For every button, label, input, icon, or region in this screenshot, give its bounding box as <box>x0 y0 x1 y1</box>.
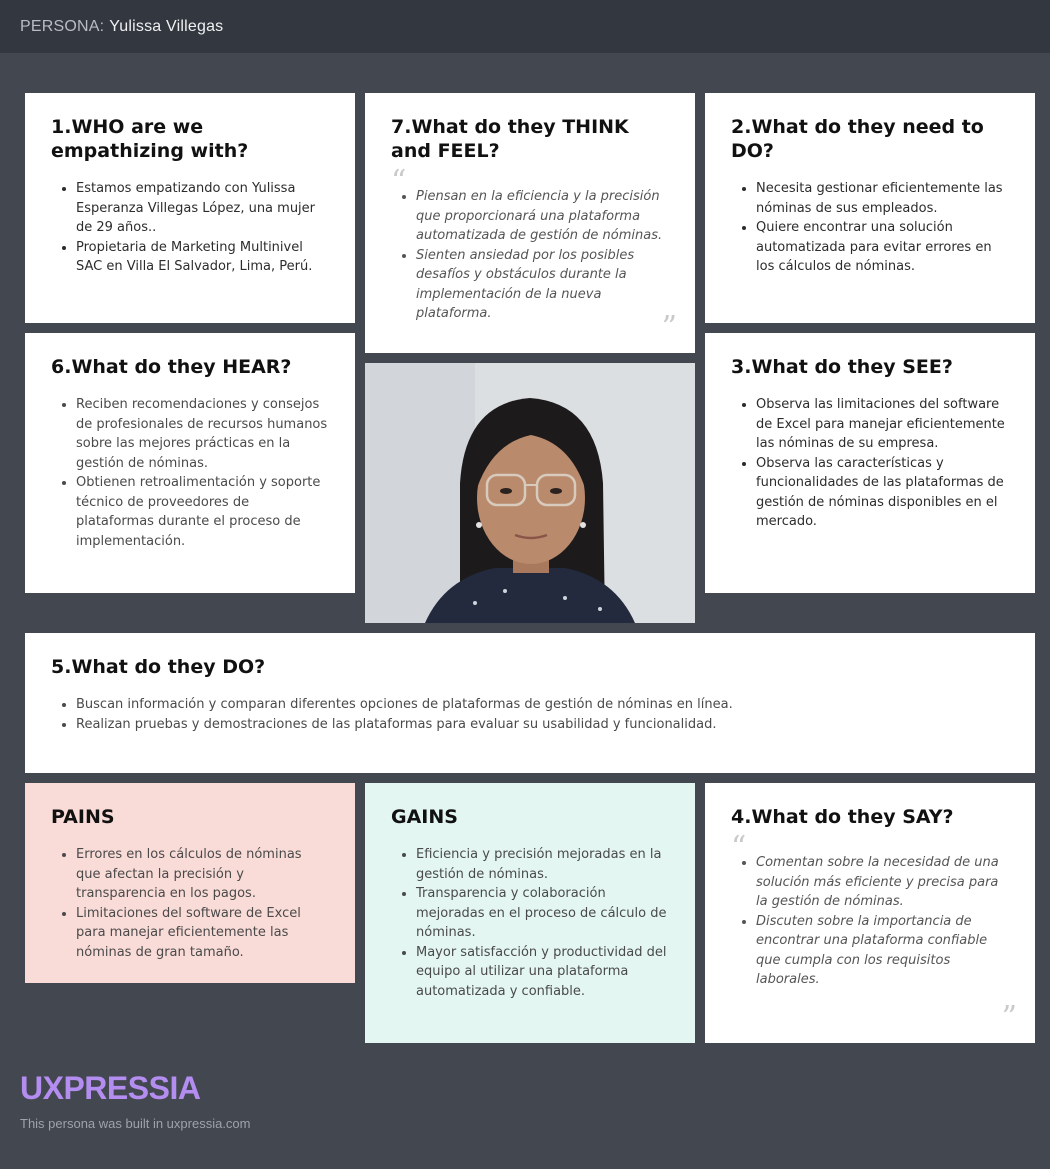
list-item: Eficiencia y precisión mejoradas en la g… <box>416 845 669 884</box>
list-item: Errores en los cálculos de nóminas que a… <box>76 845 329 904</box>
say-card: 4.What do they SAY? “ Comentan sobre la … <box>705 783 1035 1043</box>
persona-label: PERSONA: <box>20 17 105 35</box>
say-list: Comentan sobre la necesidad de una soluc… <box>731 853 1009 990</box>
need-to-do-card: 2.What do they need to DO? Necesita gest… <box>705 93 1035 323</box>
list-item: Piensan en la eficiencia y la precisión … <box>416 187 669 246</box>
need-to-do-list: Necesita gestionar eficientemente las nó… <box>731 179 1009 277</box>
say-title: 4.What do they SAY? <box>731 806 954 828</box>
uxpressia-logo[interactable]: UXPRESSIA <box>20 1070 201 1107</box>
persona-header: PERSONA: Yulissa Villegas <box>0 0 1050 53</box>
think-feel-list: Piensan en la eficiencia y la precisión … <box>391 187 669 324</box>
gains-title: GAINS <box>391 806 458 828</box>
pains-card: PAINS Errores en los cálculos de nóminas… <box>25 783 355 983</box>
see-card: 3.What do they SEE? Observa las limitaci… <box>705 333 1035 593</box>
do-list: Buscan información y comparan diferentes… <box>51 695 1009 734</box>
persona-photo <box>365 363 695 623</box>
close-quote-icon: ” <box>1001 1000 1017 1035</box>
do-card: 5.What do they DO? Buscan información y … <box>25 633 1035 773</box>
think-feel-card: 7.What do they THINK and FEEL? “ Piensan… <box>365 93 695 353</box>
list-item: Observa las características y funcionali… <box>756 454 1009 532</box>
who-title: 1.WHO are we empathizing with? <box>51 116 249 162</box>
close-quote-icon: ” <box>661 310 677 345</box>
list-item: Observa las limitaciones del software de… <box>756 395 1009 454</box>
hear-card: 6.What do they HEAR? Reciben recomendaci… <box>25 333 355 593</box>
list-item: Necesita gestionar eficientemente las nó… <box>756 179 1009 218</box>
pains-list: Errores en los cálculos de nóminas que a… <box>51 845 329 962</box>
see-list: Observa las limitaciones del software de… <box>731 395 1009 532</box>
open-quote-icon: “ <box>731 830 747 865</box>
pains-title: PAINS <box>51 806 115 828</box>
persona-portrait-image <box>365 363 695 623</box>
list-item: Discuten sobre la importancia de encontr… <box>756 912 1009 990</box>
list-item: Estamos empatizando con Yulissa Esperanz… <box>76 179 329 238</box>
hear-title: 6.What do they HEAR? <box>51 356 292 378</box>
persona-name: Yulissa Villegas <box>109 17 224 35</box>
list-item: Mayor satisfacción y productividad del e… <box>416 943 669 1002</box>
list-item: Buscan información y comparan diferentes… <box>76 695 1009 715</box>
list-item: Transparencia y colaboración mejoradas e… <box>416 884 669 943</box>
list-item: Propietaria de Marketing Multinivel SAC … <box>76 238 329 277</box>
see-title: 3.What do they SEE? <box>731 356 953 378</box>
list-item: Limitaciones del software de Excel para … <box>76 904 329 963</box>
gains-card: GAINS Eficiencia y precisión mejoradas e… <box>365 783 695 1043</box>
think-feel-title: 7.What do they THINK and FEEL? <box>391 116 629 162</box>
list-item: Sienten ansiedad por los posibles desafí… <box>416 246 669 324</box>
footer-note: This persona was built in uxpressia.com <box>20 1116 251 1131</box>
list-item: Obtienen retroalimentación y soporte téc… <box>76 473 329 551</box>
need-to-do-title: 2.What do they need to DO? <box>731 116 984 162</box>
open-quote-icon: “ <box>391 164 407 199</box>
who-card: 1.WHO are we empathizing with? Estamos e… <box>25 93 355 323</box>
do-title: 5.What do they DO? <box>51 656 266 678</box>
list-item: Quiere encontrar una solución automatiza… <box>756 218 1009 277</box>
who-list: Estamos empatizando con Yulissa Esperanz… <box>51 179 329 277</box>
hear-list: Reciben recomendaciones y consejos de pr… <box>51 395 329 551</box>
gains-list: Eficiencia y precisión mejoradas en la g… <box>391 845 669 1001</box>
list-item: Comentan sobre la necesidad de una soluc… <box>756 853 1009 912</box>
list-item: Reciben recomendaciones y consejos de pr… <box>76 395 329 473</box>
list-item: Realizan pruebas y demostraciones de las… <box>76 715 1009 735</box>
